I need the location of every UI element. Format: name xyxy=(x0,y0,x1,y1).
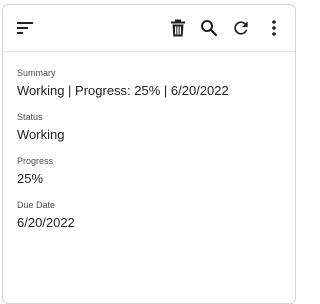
toolbar xyxy=(3,5,295,52)
summary-value: Working | Progress: 25% | 6/20/2022 xyxy=(17,83,229,98)
sort-icon xyxy=(16,21,34,35)
status-label: Status xyxy=(17,112,43,122)
search-icon xyxy=(200,19,218,37)
detail-card: Summary Working | Progress: 25% | 6/20/2… xyxy=(2,4,296,304)
delete-button[interactable] xyxy=(166,16,190,40)
refresh-button[interactable] xyxy=(229,16,253,40)
progress-value: 25% xyxy=(17,171,44,186)
sort-button[interactable] xyxy=(13,16,37,40)
due-date-field: Due Date 6/20/2022 xyxy=(17,199,75,231)
more-options-button[interactable] xyxy=(262,16,286,40)
summary-field: Summary Working | Progress: 25% | 6/20/2… xyxy=(17,67,229,99)
status-value: Working xyxy=(17,127,65,142)
more-vert-icon xyxy=(271,19,277,37)
summary-label: Summary xyxy=(17,68,56,78)
progress-label: Progress xyxy=(17,156,54,166)
due-date-value: 6/20/2022 xyxy=(17,215,75,230)
delete-icon xyxy=(170,19,186,37)
refresh-icon xyxy=(231,18,251,38)
due-date-label: Due Date xyxy=(17,200,56,210)
status-field: Status Working xyxy=(17,111,64,143)
progress-field: Progress 25% xyxy=(17,155,53,187)
search-button[interactable] xyxy=(197,16,221,40)
